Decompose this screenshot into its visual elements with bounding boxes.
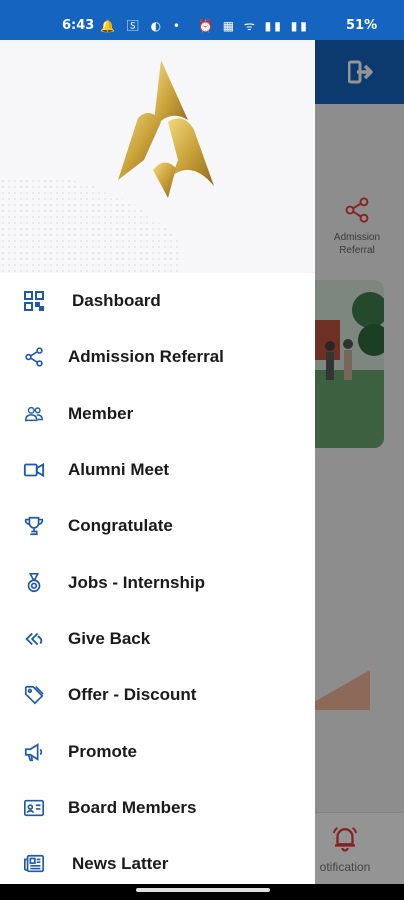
member-icon: [22, 402, 46, 426]
newspaper-icon: [22, 852, 46, 876]
menu-item-jobs-internship[interactable]: Jobs - Internship: [0, 554, 315, 610]
dashboard-icon: [22, 289, 46, 313]
menu-item-label: Board Members: [68, 797, 197, 817]
navigation-drawer: Dashboard Admission Referral Member Alum…: [0, 40, 315, 884]
menu-item-label: Member: [68, 403, 134, 423]
medal-icon: [22, 571, 46, 595]
menu-item-promote[interactable]: Promote: [0, 723, 315, 779]
menu-item-give-back[interactable]: Give Back: [0, 611, 315, 667]
menu-item-label: Offer - Discount: [68, 685, 197, 705]
menu-item-board-members[interactable]: Board Members: [0, 780, 315, 836]
menu-item-dashboard[interactable]: Dashboard: [0, 273, 315, 329]
tag-icon: [22, 683, 46, 707]
notification-icons: 🔔 🅂 ◐ •: [100, 19, 184, 33]
trophy-icon: [22, 514, 46, 538]
drawer-header: [0, 40, 315, 273]
menu-item-admission-referral[interactable]: Admission Referral: [0, 329, 315, 385]
menu-item-member[interactable]: Member: [0, 386, 315, 442]
drawer-menu: Dashboard Admission Referral Member Alum…: [0, 273, 315, 884]
home-gesture-handle[interactable]: [136, 888, 270, 892]
app-logo: [118, 60, 214, 198]
system-icons: ⏰ ▦ ᯤ ▮▮ ▮▮: [198, 19, 310, 33]
share-icon: [22, 345, 46, 369]
system-navigation-bar: [0, 884, 404, 900]
menu-item-label: Admission Referral: [68, 347, 224, 367]
status-bar: 6:43 🔔 🅂 ◐ • ⏰ ▦ ᯤ ▮▮ ▮▮ 51%: [0, 0, 404, 40]
menu-item-congratulate[interactable]: Congratulate: [0, 498, 315, 554]
battery-level: 51%: [346, 18, 378, 33]
menu-item-label: Promote: [68, 741, 137, 761]
menu-item-label: Give Back: [68, 628, 151, 648]
status-time: 6:43: [62, 18, 95, 33]
menu-item-label: Alumni Meet: [68, 460, 170, 480]
menu-item-label: News Latter: [72, 854, 169, 874]
menu-item-label: Congratulate: [68, 516, 173, 536]
screen: 6:43 🔔 🅂 ◐ • ⏰ ▦ ᯤ ▮▮ ▮▮ 51% Admission R…: [0, 0, 404, 900]
video-icon: [22, 458, 46, 482]
menu-item-label: Dashboard: [72, 291, 161, 311]
megaphone-icon: [22, 740, 46, 764]
give-back-icon: [22, 627, 46, 651]
menu-item-offer-discount[interactable]: Offer - Discount: [0, 667, 315, 723]
menu-item-news-latter[interactable]: News Latter: [0, 836, 315, 884]
menu-item-alumni-meet[interactable]: Alumni Meet: [0, 442, 315, 498]
id-card-icon: [22, 796, 46, 820]
menu-item-label: Jobs - Internship: [68, 572, 205, 592]
